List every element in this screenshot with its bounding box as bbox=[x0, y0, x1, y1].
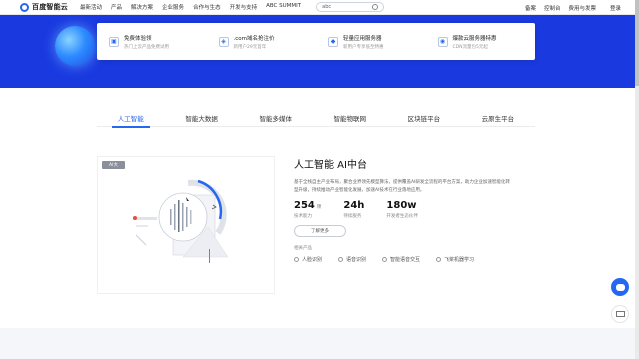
logo-text: 百度智能云 bbox=[32, 3, 68, 11]
stat-value: 254 bbox=[294, 200, 315, 211]
stats-row: 254 项 技术能力 24h 持续服务 180w 开发者生态伙伴 bbox=[294, 200, 514, 219]
top-navbar: 百度智能云 最新活动 产品 解决方案 企业服务 合作与生态 开发与支持 ABC … bbox=[0, 0, 639, 15]
search-input[interactable]: abc bbox=[316, 2, 385, 12]
nav-links: 最新活动 产品 解决方案 企业服务 合作与生态 开发与支持 ABC SUMMIT bbox=[80, 3, 310, 11]
server-icon: ◆ bbox=[328, 36, 338, 47]
feature-strip: ▣ 免费体验领 热门上云产品免费试用 ◈ .com域名抢注价 新用户29元首年 … bbox=[97, 23, 535, 60]
category-tabs: 人工智能 智能大数据 智能多媒体 智能物联网 区块链平台 云原生平台 bbox=[97, 110, 535, 128]
stat-item: 180w 开发者生态伙伴 bbox=[386, 200, 418, 219]
nav-link-ecosystem[interactable]: 合作与生态 bbox=[193, 3, 221, 11]
nav-link-events[interactable]: 最新活动 bbox=[80, 3, 102, 11]
learn-more-button[interactable]: 了解更多 bbox=[294, 225, 346, 237]
stat-label: 开发者生态伙伴 bbox=[386, 214, 418, 219]
feature-title: 爆款云服务器特惠 bbox=[452, 35, 497, 42]
page-scrollbar[interactable] bbox=[635, 0, 639, 359]
product-name: 语音识别 bbox=[346, 257, 367, 263]
nav-link-beian[interactable]: 备案 bbox=[525, 4, 536, 12]
related-products-label: 相关产品 bbox=[294, 246, 312, 251]
product-name: 人脸识别 bbox=[302, 257, 323, 263]
category-detail: 人工智能 AI中台 基于全栈自主产业布局，聚合业界领先模型算法，提供覆盖AI研发… bbox=[294, 156, 514, 263]
feature-subtitle: 新用户29元首年 bbox=[233, 44, 267, 50]
related-products: 人脸识别 语音识别 智能语音交互 飞桨机器学习 bbox=[294, 256, 514, 263]
detail-description: 基于全栈自主产业布局，聚合业界领先模型算法，提供覆盖AI研发全流程的平台方案，助… bbox=[294, 180, 510, 193]
search-icon[interactable] bbox=[372, 4, 379, 10]
feature-card-cdn[interactable]: ◉ 爆款云服务器特惠 CDN流量包5元起 bbox=[426, 34, 536, 50]
top-right-links: 备案 控制台 费用与发票 登录 bbox=[517, 0, 621, 15]
feature-subtitle: 新用户专享低至特惠 bbox=[343, 44, 384, 50]
product-link[interactable]: 飞桨机器学习 bbox=[436, 256, 474, 263]
search-value: abc bbox=[322, 4, 332, 10]
feature-title: 轻量应用服务器 bbox=[343, 35, 382, 42]
login-link[interactable]: 登录 bbox=[610, 4, 621, 12]
feature-card-domain[interactable]: ◈ .com域名抢注价 新用户29元首年 bbox=[207, 34, 317, 50]
banner-orb-graphic bbox=[55, 26, 95, 66]
scrollbar-thumb[interactable] bbox=[635, 0, 639, 86]
feature-card-server[interactable]: ◆ 轻量应用服务器 新用户专享低至特惠 bbox=[316, 34, 426, 50]
tab-blockchain[interactable]: 区块链平台 bbox=[402, 110, 447, 127]
gear-icon bbox=[436, 257, 442, 262]
product-link[interactable]: 智能语音交互 bbox=[382, 256, 420, 263]
product-name: 智能语音交互 bbox=[390, 257, 421, 263]
chat-icon bbox=[615, 283, 625, 291]
feature-card-free-trial[interactable]: ▣ 免费体验领 热门上云产品免费试用 bbox=[97, 34, 207, 50]
nav-link-billing[interactable]: 费用与发票 bbox=[568, 4, 596, 12]
detail-title: 人工智能 AI中台 bbox=[294, 160, 367, 171]
feature-subtitle: CDN流量包5元起 bbox=[452, 44, 488, 50]
stat-item: 24h 持续服务 bbox=[343, 200, 364, 219]
tab-iot[interactable]: 智能物联网 bbox=[328, 110, 373, 127]
product-name: 飞桨机器学习 bbox=[444, 257, 475, 263]
feature-title: 免费体验领 bbox=[124, 35, 152, 42]
nav-link-developer[interactable]: 开发与支持 bbox=[230, 3, 258, 11]
feature-subtitle: 热门上云产品免费试用 bbox=[124, 44, 169, 50]
product-link[interactable]: 语音识别 bbox=[338, 256, 366, 263]
chat-icon bbox=[382, 257, 388, 262]
logo-icon bbox=[20, 2, 29, 12]
feedback-mail-button[interactable] bbox=[611, 305, 629, 323]
face-icon bbox=[294, 257, 299, 262]
product-link[interactable]: 人脸识别 bbox=[294, 256, 322, 263]
tab-cloud-native[interactable]: 云原生平台 bbox=[476, 110, 521, 127]
tab-big-data[interactable]: 智能大数据 bbox=[179, 110, 224, 127]
gift-icon: ▣ bbox=[109, 36, 119, 47]
tab-multimedia[interactable]: 智能多媒体 bbox=[253, 110, 298, 127]
ai-illustration: AI大 bbox=[97, 156, 275, 294]
nav-link-summit[interactable]: ABC SUMMIT bbox=[266, 3, 301, 11]
ai-platform-graphic bbox=[133, 179, 229, 263]
cloud-icon: ◉ bbox=[437, 36, 448, 47]
feature-title: .com域名抢注价 bbox=[233, 35, 275, 42]
stat-label: 持续服务 bbox=[343, 214, 362, 219]
solutions-section: 人工智能 智能大数据 智能多媒体 智能物联网 区块链平台 云原生平台 AI大 人… bbox=[0, 88, 635, 328]
globe-icon: ◈ bbox=[218, 36, 229, 47]
tab-ai[interactable]: 人工智能 bbox=[111, 110, 150, 128]
logo[interactable]: 百度智能云 bbox=[20, 2, 72, 12]
stat-value: 180w bbox=[386, 200, 417, 211]
nav-link-console[interactable]: 控制台 bbox=[544, 4, 561, 12]
nav-link-products[interactable]: 产品 bbox=[111, 3, 122, 11]
microphone-icon bbox=[338, 257, 344, 262]
stat-item: 254 项 技术能力 bbox=[294, 200, 321, 219]
stat-unit: 项 bbox=[316, 205, 322, 210]
nav-link-enterprise[interactable]: 企业服务 bbox=[162, 3, 184, 11]
nav-link-solutions[interactable]: 解决方案 bbox=[131, 3, 153, 11]
stat-value: 24h bbox=[343, 200, 365, 211]
chat-support-button[interactable] bbox=[611, 278, 629, 296]
stat-label: 技术能力 bbox=[294, 214, 312, 219]
mail-icon bbox=[615, 311, 625, 317]
